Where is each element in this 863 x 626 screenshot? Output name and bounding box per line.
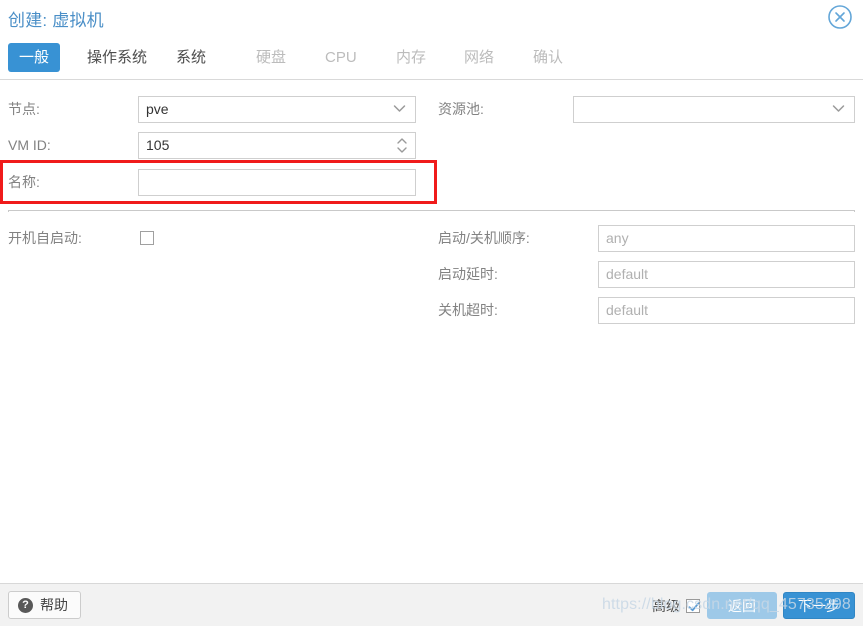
field-start-at-boot-label: 开机自启动: bbox=[8, 223, 82, 253]
tab-strip: 一般 操作系统 系统 硬盘 CPU 内存 网络 确认 bbox=[0, 38, 863, 80]
create-vm-dialog: 创建: 虚拟机 一般 操作系统 系统 硬盘 CPU 内存 网络 确认 节点: p… bbox=[0, 0, 863, 626]
chevron-down-icon bbox=[393, 97, 409, 122]
node-select[interactable]: pve bbox=[138, 96, 416, 123]
start-order-input[interactable]: any bbox=[598, 225, 855, 252]
shutdown-timeout-input-value: default bbox=[606, 298, 648, 323]
field-shutdown-timeout: 关机超时: default bbox=[438, 295, 858, 325]
question-circle-icon: ? bbox=[18, 598, 33, 613]
start-delay-input[interactable]: default bbox=[598, 261, 855, 288]
vmid-input[interactable]: 105 bbox=[138, 132, 416, 159]
tab-disk[interactable]: 硬盘 bbox=[245, 43, 297, 72]
dialog-title: 创建: 虚拟机 bbox=[8, 6, 104, 31]
field-node-label: 节点: bbox=[8, 94, 40, 124]
start-delay-input-value: default bbox=[606, 262, 648, 287]
tab-cpu[interactable]: CPU bbox=[314, 43, 368, 72]
field-node: 节点: pve bbox=[8, 94, 428, 124]
advanced-checkbox[interactable] bbox=[686, 599, 700, 613]
node-select-value: pve bbox=[146, 97, 169, 122]
field-start-order: 启动/关机顺序: any bbox=[438, 223, 858, 253]
tab-confirm[interactable]: 确认 bbox=[522, 43, 574, 72]
resource-pool-select[interactable] bbox=[573, 96, 855, 123]
help-button[interactable]: ? 帮助 bbox=[8, 591, 81, 619]
field-resource-pool: 资源池: bbox=[438, 94, 858, 124]
tab-memory[interactable]: 内存 bbox=[385, 43, 437, 72]
shutdown-timeout-input[interactable]: default bbox=[598, 297, 855, 324]
dialog-body: 节点: pve VM ID: 105 bbox=[0, 81, 863, 583]
section-divider bbox=[8, 210, 855, 212]
close-icon[interactable] bbox=[827, 4, 853, 30]
vmid-input-value: 105 bbox=[146, 133, 169, 158]
advanced-toggle[interactable]: 高级 bbox=[652, 596, 700, 616]
field-resource-pool-label: 资源池: bbox=[438, 94, 484, 124]
tab-os[interactable]: 操作系统 bbox=[76, 43, 158, 72]
dialog-footer: ? 帮助 高级 返回 下一步 bbox=[0, 583, 863, 626]
field-name: 名称: bbox=[8, 167, 428, 197]
tab-general[interactable]: 一般 bbox=[8, 43, 60, 72]
start-at-boot-checkbox[interactable] bbox=[140, 231, 154, 245]
tab-network[interactable]: 网络 bbox=[453, 43, 505, 72]
field-start-delay: 启动延时: default bbox=[438, 259, 858, 289]
advanced-toggle-label: 高级 bbox=[652, 596, 680, 616]
dialog-titlebar: 创建: 虚拟机 bbox=[0, 0, 863, 36]
next-button[interactable]: 下一步 bbox=[783, 592, 855, 619]
field-shutdown-timeout-label: 关机超时: bbox=[438, 295, 498, 325]
field-name-label: 名称: bbox=[8, 167, 40, 197]
spinner-updown-icon[interactable] bbox=[396, 133, 410, 158]
chevron-down-icon bbox=[832, 97, 848, 122]
field-start-delay-label: 启动延时: bbox=[438, 259, 498, 289]
field-start-order-label: 启动/关机顺序: bbox=[438, 223, 530, 253]
field-vmid: VM ID: 105 bbox=[8, 130, 428, 160]
start-order-input-value: any bbox=[606, 226, 629, 251]
name-input[interactable] bbox=[138, 169, 416, 196]
help-button-label: 帮助 bbox=[40, 595, 68, 615]
tab-system[interactable]: 系统 bbox=[165, 43, 217, 72]
field-start-at-boot: 开机自启动: bbox=[8, 223, 428, 253]
back-button[interactable]: 返回 bbox=[707, 592, 777, 619]
field-vmid-label: VM ID: bbox=[8, 130, 51, 160]
